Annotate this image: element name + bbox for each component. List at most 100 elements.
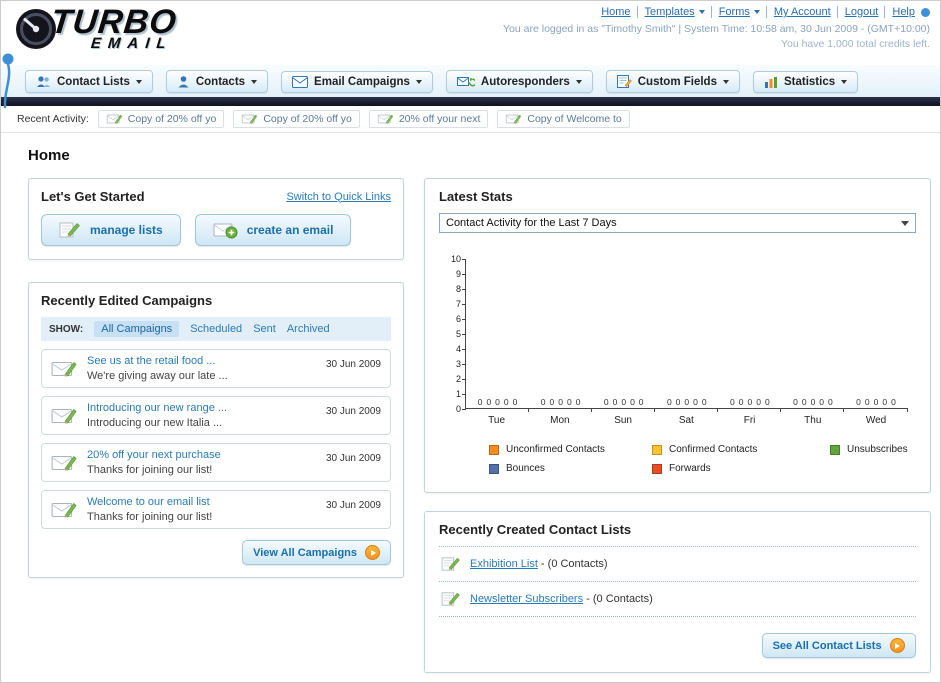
chart-group: 00000 — [466, 259, 530, 412]
legend-swatch-icon — [489, 463, 499, 474]
annotation-marker — [2, 53, 14, 109]
stats-period-select[interactable]: Contact Activity for the Last 7 Days — [439, 213, 916, 233]
manage-lists-button[interactable]: manage lists — [41, 214, 181, 246]
dropdown-arrow-icon — [900, 220, 909, 226]
logo-subtitle: EMAIL — [90, 35, 174, 53]
logo-text: TURBO EMAIL — [49, 3, 179, 53]
envelope-pencil-icon — [377, 114, 394, 124]
pencil-paper-icon — [441, 592, 460, 606]
chevron-down-icon — [135, 79, 142, 84]
see-all-contact-lists-button[interactable]: See All Contact Lists — [761, 633, 916, 658]
chart-group: 00000 — [718, 259, 782, 412]
campaign-title-link[interactable]: Welcome to our email list — [87, 496, 316, 508]
recent-activity-text: Copy of 20% off yo — [127, 113, 217, 125]
contact-activity-chart: 0 1 2 3 4 5 6 7 8 9 10 000000000000000000000000000… — [447, 254, 908, 474]
nav-divider-bar — [1, 97, 940, 106]
tab-autoresponders[interactable]: Autoresponders — [445, 70, 593, 93]
annotation-dot — [921, 7, 930, 17]
app-window: TURBO EMAIL Home Templates Forms My Account… — [0, 0, 941, 683]
chart-category-label: Wed — [865, 415, 887, 426]
campaign-row: Welcome to our email list Thanks for joi… — [41, 490, 391, 529]
chart-group: 00000 — [592, 259, 656, 412]
campaign-subtitle: We're giving away our late ... — [87, 370, 228, 382]
legend-swatch-icon — [489, 444, 499, 455]
app-logo[interactable]: TURBO EMAIL — [13, 3, 179, 53]
chart-groups: 00000000000000000000000000000000000 — [466, 259, 908, 412]
email-campaigns-icon — [292, 75, 309, 88]
legend-swatch-icon — [652, 444, 662, 455]
pencil-paper-icon — [441, 557, 460, 571]
top-nav: Home Templates Forms My Account Logout Help — [503, 6, 930, 18]
chart-group: 00000 — [655, 259, 719, 412]
filter-archived[interactable]: Archived — [287, 323, 330, 335]
recent-activity-item[interactable]: Copy of 20% off yo — [97, 110, 225, 128]
filter-scheduled[interactable]: Scheduled — [190, 323, 242, 335]
recent-activity-label: Recent Activity: — [17, 113, 89, 125]
autoresponders-icon — [456, 77, 475, 87]
legend-swatch-icon — [830, 444, 840, 455]
switch-quick-links-link[interactable]: Switch to Quick Links — [286, 191, 391, 203]
campaign-title-link[interactable]: Introducing our new range ... — [87, 402, 316, 414]
tab-email-campaigns[interactable]: Email Campaigns — [281, 70, 433, 93]
envelope-pencil-icon — [51, 455, 77, 471]
left-column: Let's Get Started Switch to Quick Links … — [28, 178, 404, 578]
contact-list-count: - (0 Contacts) — [537, 558, 608, 570]
envelope-plus-icon — [213, 223, 238, 239]
view-all-campaigns-button[interactable]: View All Campaigns — [242, 540, 391, 565]
login-status: You are logged in as "Timothy Smith" | S… — [503, 23, 930, 35]
legend-item: Bounces — [489, 463, 652, 474]
contact-lists-panel: Recently Created Contact Lists Exhibitio… — [424, 511, 931, 673]
contact-list-count: - (0 Contacts) — [583, 593, 653, 605]
chevron-down-icon — [722, 79, 729, 84]
contacts-icon — [178, 76, 189, 88]
custom-fields-icon — [616, 75, 632, 88]
tab-contact-lists[interactable]: Contact Lists — [25, 70, 153, 93]
envelope-pencil-icon — [506, 114, 522, 124]
contact-list-link[interactable]: Newsletter Subscribers — [470, 593, 583, 605]
filter-sent[interactable]: Sent — [253, 323, 276, 335]
tab-label: Email Campaigns — [314, 75, 410, 88]
campaign-date: 30 Jun 2009 — [325, 500, 381, 511]
tab-label: Contact Lists — [57, 75, 130, 88]
recent-activity-item[interactable]: Copy of 20% off yo — [233, 110, 360, 128]
tab-contacts[interactable]: Contacts — [165, 70, 269, 93]
tab-label: Statistics — [783, 75, 836, 88]
campaign-title-link[interactable]: 20% off your next purchase — [87, 449, 316, 461]
campaign-subtitle: Introducing our new Italia ... — [87, 417, 223, 429]
manage-lists-label: manage lists — [90, 223, 163, 237]
envelope-pencil-icon — [51, 361, 77, 377]
speedometer-icon — [16, 9, 56, 49]
contact-list-link[interactable]: Exhibition List — [470, 558, 538, 570]
credits-status: You have 1,000 total credits left. — [780, 38, 930, 50]
filter-all-campaigns[interactable]: All Campaigns — [94, 321, 180, 337]
pencil-paper-icon — [59, 222, 80, 238]
chart-group: 00000 — [529, 259, 593, 412]
tab-custom-fields[interactable]: Custom Fields — [605, 70, 740, 93]
recent-activity-item[interactable]: Copy of Welcome to — [497, 110, 630, 128]
recent-activity-item[interactable]: 20% off your next — [368, 110, 489, 128]
campaigns-title: Recently Edited Campaigns — [41, 293, 213, 308]
header: TURBO EMAIL Home Templates Forms My Account… — [1, 1, 940, 109]
create-email-button[interactable]: create an email — [194, 214, 352, 246]
legend-item: Confirmed Contacts — [652, 444, 830, 455]
recent-activity-text: Copy of Welcome to — [527, 113, 622, 125]
recent-activity-text: Copy of 20% off yo — [263, 113, 352, 125]
tab-statistics[interactable]: Statistics — [752, 70, 859, 93]
recent-campaigns-panel: Recently Edited Campaigns SHOW: All Camp… — [28, 282, 404, 578]
campaign-row: 20% off your next purchase Thanks for jo… — [41, 443, 391, 482]
nav-link-logout[interactable]: Logout — [836, 6, 879, 18]
arrow-right-icon — [889, 638, 905, 653]
chart-category-label: Mon — [550, 415, 570, 426]
view-all-campaigns-label: View All Campaigns — [253, 546, 357, 559]
nav-link-templates[interactable]: Templates — [636, 6, 705, 18]
chart-category-label: Sat — [678, 415, 694, 426]
chevron-down-icon — [251, 79, 258, 84]
legend-item: Unsubscribes — [830, 444, 908, 455]
nav-link-my-account[interactable]: My Account — [765, 6, 831, 18]
main-nav: Contact Lists Contacts Email Campaigns A… — [1, 65, 940, 97]
nav-link-help[interactable]: Help — [884, 6, 915, 18]
nav-link-home[interactable]: Home — [601, 6, 630, 18]
campaign-row: Introducing our new range ... Introducin… — [41, 396, 391, 435]
nav-link-forms[interactable]: Forms — [710, 6, 760, 18]
campaign-title-link[interactable]: See us at the retail food ... — [87, 355, 316, 367]
